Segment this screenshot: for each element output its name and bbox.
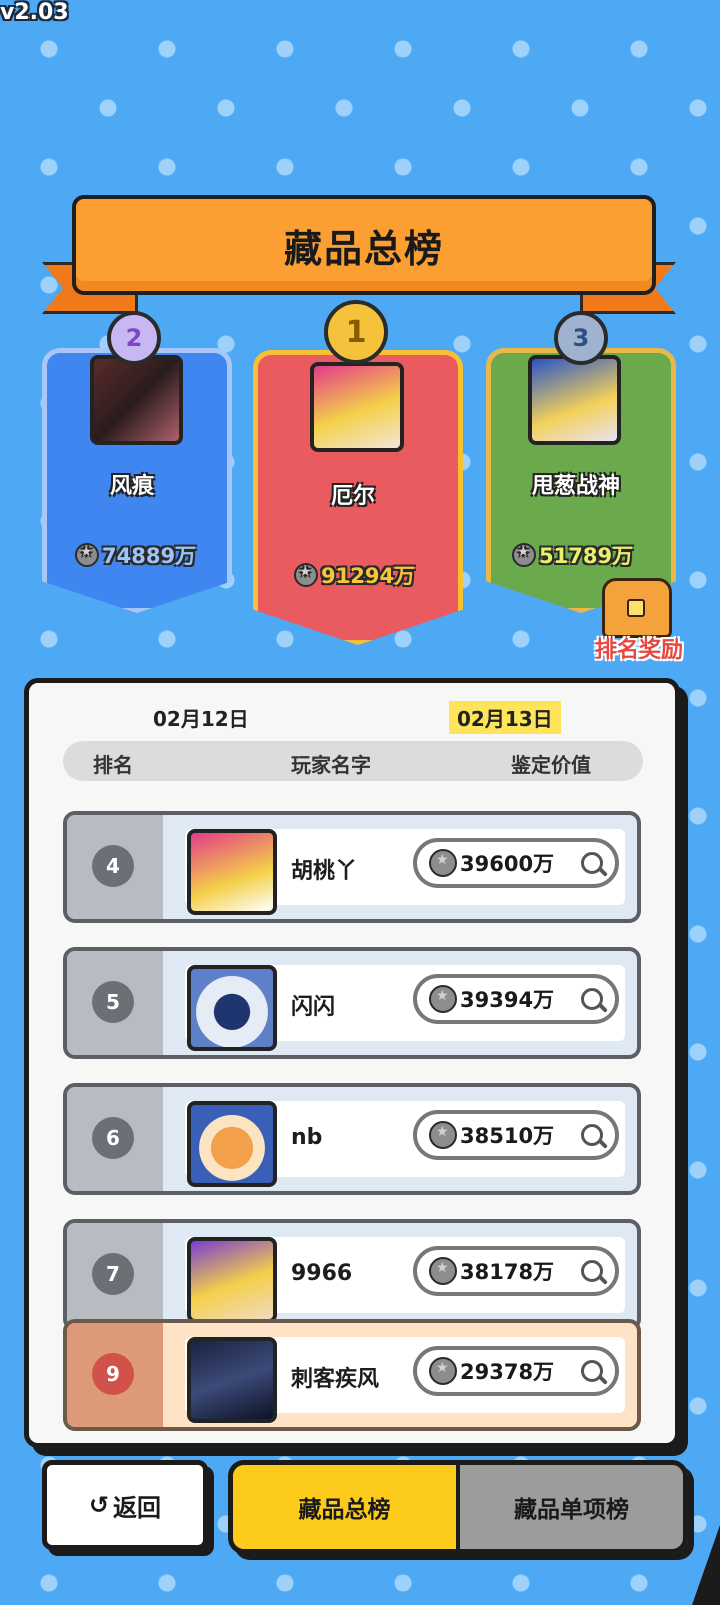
- column-value: 鉴定价值: [511, 753, 591, 777]
- search-icon[interactable]: [581, 1260, 603, 1282]
- avatar[interactable]: [310, 362, 404, 452]
- avatar[interactable]: [187, 965, 277, 1051]
- tab-collection-single[interactable]: 藏品单项榜: [456, 1465, 683, 1549]
- rank-number: 7: [92, 1253, 134, 1295]
- back-arrow-icon: ↺: [88, 1491, 110, 1519]
- table-row[interactable]: 7 9966 38178万: [63, 1219, 641, 1331]
- column-rank: 排名: [93, 753, 133, 777]
- coin-icon: [512, 543, 536, 567]
- appraisal-value[interactable]: 39394万: [413, 974, 619, 1024]
- back-button[interactable]: ↺ 返回: [42, 1460, 208, 1550]
- podium-score-1: 91294万: [294, 560, 415, 590]
- search-icon[interactable]: [581, 988, 603, 1010]
- back-label: 返回: [113, 1493, 162, 1522]
- podium-score-2: 74889万: [75, 540, 196, 570]
- coin-icon: [429, 985, 457, 1013]
- medal-icon: 2: [107, 311, 161, 365]
- version-label: v2.03: [0, 0, 69, 25]
- avatar[interactable]: [187, 1101, 277, 1187]
- search-icon[interactable]: [581, 1360, 603, 1382]
- treasure-chest-icon: [602, 578, 672, 638]
- date-tab-0212[interactable]: 02月12日: [145, 701, 257, 734]
- rank-number: 6: [92, 1117, 134, 1159]
- podium-name-3: 甩葱战神: [531, 474, 620, 499]
- table-row[interactable]: 6 nb 38510万: [63, 1083, 641, 1195]
- coin-icon: [429, 1357, 457, 1385]
- corner-decoration: [692, 1525, 720, 1605]
- podium-score-3: 51789万: [512, 540, 633, 570]
- player-name: 9966: [291, 1261, 353, 1286]
- medal-icon: 1: [324, 300, 388, 364]
- my-rank-row[interactable]: 9 刺客疾风 29378万: [63, 1319, 641, 1431]
- medal-icon: 3: [554, 311, 608, 365]
- coin-icon: [429, 849, 457, 877]
- column-header: 排名 玩家名字 鉴定价值: [63, 741, 643, 781]
- title-banner: 藏品总榜: [72, 195, 656, 295]
- rank-reward-label: 排名奖励: [594, 638, 683, 663]
- ranking-tabs: 藏品总榜 藏品单项榜: [228, 1460, 688, 1554]
- player-name: nb: [291, 1125, 323, 1150]
- coin-icon: [294, 563, 318, 587]
- avatar[interactable]: [187, 1337, 277, 1423]
- rank-number: 9: [92, 1353, 134, 1395]
- leaderboard-panel: 02月12日 02月13日 排名 玩家名字 鉴定价值 4 胡桃丫 39600万 …: [24, 678, 680, 1448]
- avatar[interactable]: [187, 829, 277, 915]
- coin-icon: [429, 1121, 457, 1149]
- podium-name-2: 风痕: [109, 474, 154, 499]
- search-icon[interactable]: [581, 1124, 603, 1146]
- appraisal-value[interactable]: 38178万: [413, 1246, 619, 1296]
- avatar[interactable]: [528, 355, 621, 445]
- rank-number: 5: [92, 981, 134, 1023]
- avatar[interactable]: [187, 1237, 277, 1323]
- rank-reward-button[interactable]: 排名奖励: [592, 578, 683, 663]
- appraisal-value[interactable]: 38510万: [413, 1110, 619, 1160]
- player-name: 胡桃丫: [291, 859, 358, 884]
- tab-collection-total[interactable]: 藏品总榜: [233, 1465, 456, 1549]
- search-icon[interactable]: [581, 852, 603, 874]
- coin-icon: [429, 1257, 457, 1285]
- table-row[interactable]: 5 闪闪 39394万: [63, 947, 641, 1059]
- coin-icon: [75, 543, 99, 567]
- podium-name-1: 厄尔: [330, 484, 375, 509]
- avatar[interactable]: [90, 355, 183, 445]
- player-name: 刺客疾风: [291, 1367, 380, 1392]
- player-name: 闪闪: [291, 995, 336, 1020]
- column-player-name: 玩家名字: [291, 753, 371, 777]
- appraisal-value[interactable]: 29378万: [413, 1346, 619, 1396]
- table-row[interactable]: 4 胡桃丫 39600万: [63, 811, 641, 923]
- appraisal-value[interactable]: 39600万: [413, 838, 619, 888]
- rank-number: 4: [92, 845, 134, 887]
- page-title: 藏品总榜: [283, 226, 444, 271]
- date-tab-0213[interactable]: 02月13日: [449, 701, 561, 734]
